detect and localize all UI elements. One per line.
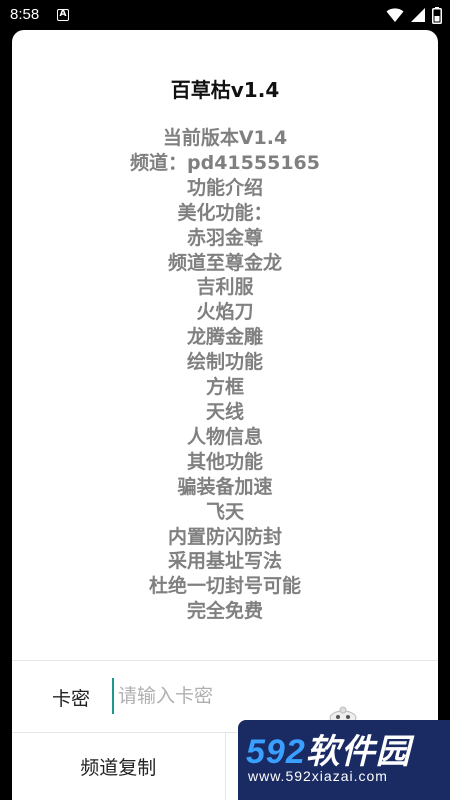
content-line: 方框 — [205, 376, 244, 399]
content-line: 龙腾金雕 — [186, 326, 263, 349]
status-time: 8:58 — [10, 6, 40, 23]
content-line: 功能介绍 — [186, 176, 263, 199]
dialog-title: 百草枯v1.4 — [170, 78, 280, 102]
watermark-brand: 592软件园 — [246, 724, 411, 773]
activation-dialog: 百草枯v1.4 当前版本V1.4 频道：pd41555165 功能介绍 美化功能： 赤羽… — [12, 30, 438, 800]
content-line: 天线 — [205, 400, 244, 423]
key-label: 卡密 — [52, 688, 91, 710]
app-notification-icon: A — [57, 9, 69, 21]
signal-icon — [411, 8, 425, 22]
content-line: 吉利服 — [196, 276, 254, 299]
content-line: 频道：pd41555165 — [130, 151, 320, 174]
content-line: 内置防闪防封 — [167, 525, 282, 548]
content-line: 飞天 — [205, 500, 244, 523]
content-line: 美化功能： — [177, 201, 273, 224]
watermark-logo: 592软件园 www.592xiazai.com — [238, 720, 450, 800]
dialog-content[interactable]: 当前版本V1.4 频道：pd41555165 功能介绍 美化功能： 赤羽金尊 频道至尊金龙… — [12, 126, 438, 620]
battery-icon — [432, 6, 442, 24]
content-line: 杜绝一切封号可能 — [148, 575, 301, 598]
content-line: 骗装备加速 — [177, 475, 273, 498]
divider — [12, 660, 438, 661]
content-line: 完全免费 — [186, 600, 263, 620]
content-line: 火焰刀 — [196, 301, 254, 324]
watermark-digits: 592 — [246, 733, 306, 771]
content-line: 采用基址写法 — [167, 550, 282, 573]
watermark-brand-text: 软件园 — [305, 733, 411, 771]
wifi-icon — [386, 8, 404, 22]
content-line: 绘制功能 — [186, 351, 263, 374]
key-input[interactable] — [112, 678, 418, 714]
content-line: 人物信息 — [186, 425, 263, 448]
content-line: 其他功能 — [186, 450, 263, 473]
copy-channel-button[interactable]: 频道复制 — [12, 733, 225, 800]
status-bar: 8:58 A — [0, 0, 450, 30]
content-line: 频道至尊金龙 — [167, 251, 282, 274]
content-line: 赤羽金尊 — [186, 226, 263, 249]
status-icons — [386, 6, 442, 24]
content-line: 当前版本V1.4 — [162, 127, 288, 149]
watermark-url: www.592xiazai.com — [248, 768, 388, 784]
